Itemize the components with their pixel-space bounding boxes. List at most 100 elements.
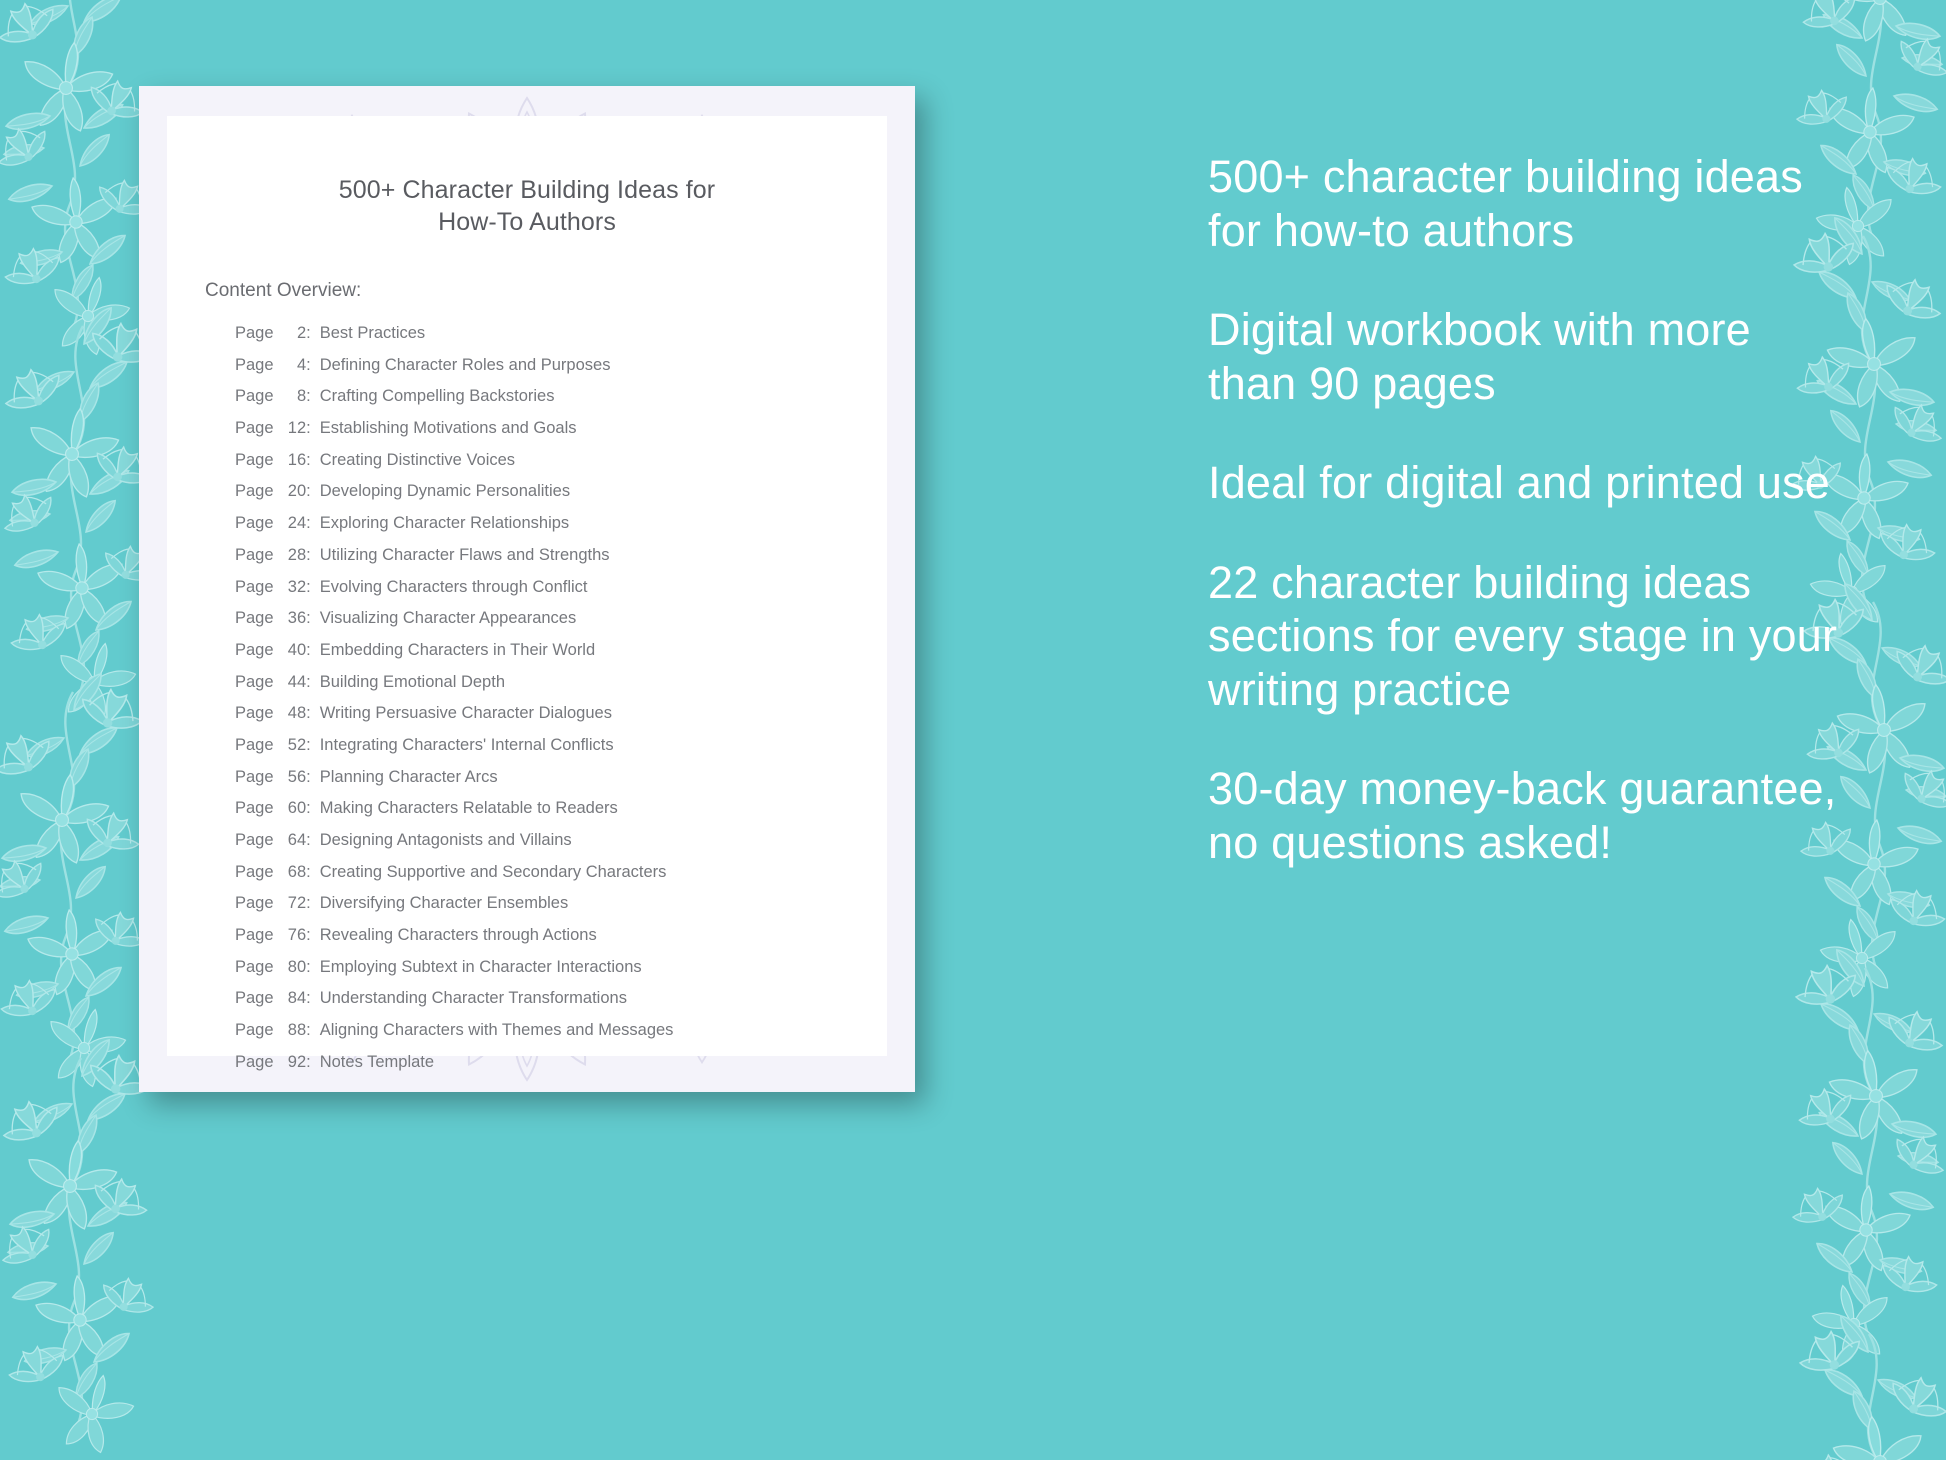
toc-page-word: Page [235, 862, 279, 881]
toc-page-word: Page [235, 419, 279, 438]
toc-row: Page 80: Employing Subtext in Character I… [235, 958, 887, 990]
toc-page-number: 16 [287, 450, 307, 469]
toc-entry-title: Creating Supportive and Secondary Charac… [319, 862, 667, 881]
toc-row: Page 52: Integrating Characters' Internal… [235, 736, 887, 768]
toc-page-word: Page [235, 482, 279, 501]
toc-row: Page 16: Creating Distinctive Voices [235, 451, 887, 483]
toc-row: Page 2: Best Practices [235, 324, 887, 356]
toc-entry-title: Exploring Character Relationships [319, 514, 570, 533]
toc-page-number: 40 [287, 640, 307, 659]
toc-page-number: 36 [287, 609, 307, 628]
toc-colon: : [306, 324, 311, 342]
toc-page-number: 24 [287, 514, 307, 533]
toc-page-number: 72 [287, 894, 307, 913]
toc-entry-title: Revealing Characters through Actions [319, 926, 597, 945]
toc-colon: : [306, 926, 311, 945]
toc-page-number: 2 [296, 324, 307, 342]
document-page-card: 500+ Character Building Ideas for How-To… [139, 86, 915, 1092]
toc-entry-title: Aligning Characters with Themes and Mess… [319, 1021, 674, 1040]
toc-entry-title: Planning Character Arcs [319, 767, 498, 786]
toc-page-word: Page [235, 387, 279, 406]
toc-colon: : [306, 989, 311, 1008]
toc-row: Page 56: Planning Character Arcs [235, 768, 887, 800]
toc-page-number: 68 [287, 862, 307, 881]
toc-entry-title: Writing Persuasive Character Dialogues [319, 704, 612, 723]
toc-row: Page 88: Aligning Characters with Themes … [235, 1021, 887, 1053]
toc-page-word: Page [235, 355, 279, 374]
toc-entry-title: Understanding Character Transformations [319, 989, 627, 1008]
toc-page-number: 44 [287, 672, 307, 691]
toc-row: Page 68: Creating Supportive and Secondar… [235, 863, 887, 895]
toc-page-number: 84 [287, 989, 307, 1008]
toc-row: Page 36: Visualizing Character Appearance… [235, 609, 887, 641]
toc-colon: : [306, 957, 311, 976]
toc-page-word: Page [235, 577, 279, 596]
toc-page-word: Page [235, 1052, 279, 1071]
document-title: 500+ Character Building Ideas for How-To… [167, 174, 887, 238]
toc-entry-title: Developing Dynamic Personalities [319, 482, 571, 501]
toc-entry-title: Crafting Compelling Backstories [319, 387, 555, 406]
toc-page-word: Page [235, 609, 279, 628]
toc-colon: : [306, 577, 311, 596]
toc-row: Page 24: Exploring Character Relationship… [235, 514, 887, 546]
toc-colon: : [306, 514, 311, 533]
toc-colon: : [306, 640, 311, 659]
toc-page-word: Page [235, 324, 279, 342]
toc-colon: : [306, 419, 311, 438]
toc-page-word: Page [235, 514, 279, 533]
document-page-sheet: 500+ Character Building Ideas for How-To… [167, 116, 887, 1071]
feature-item: Digital workbook with more than 90 pages [1208, 304, 1751, 409]
toc-page-word: Page [235, 640, 279, 659]
feature-item: Ideal for digital and printed use [1208, 457, 1831, 509]
toc-entry-title: Diversifying Character Ensembles [319, 894, 569, 913]
toc-page-number: 92 [287, 1052, 307, 1071]
toc-row: Page 84: Understanding Character Transfor… [235, 989, 887, 1021]
toc-page-number: 32 [287, 577, 307, 596]
toc-page-number: 64 [287, 831, 307, 849]
toc-row: Page 32: Evolving Characters through Conf… [235, 578, 887, 610]
toc-page-number: 88 [287, 1021, 307, 1040]
toc-colon: : [306, 799, 311, 818]
toc-page-word: Page [235, 926, 279, 945]
toc-row: Page 64: Designing Antagonists and Villai… [235, 831, 887, 863]
toc-entry-title: Integrating Characters' Internal Conflic… [319, 735, 614, 754]
toc-page-word: Page [235, 957, 279, 976]
toc-row: Page 20: Developing Dynamic Personalities [235, 482, 887, 514]
toc-page-word: Page [235, 735, 279, 754]
toc-page-number: 80 [287, 957, 307, 976]
toc-page-word: Page [235, 894, 279, 913]
toc-page-word: Page [235, 799, 279, 818]
toc-row: Page 72: Diversifying Character Ensembles [235, 894, 887, 926]
feature-item: 22 character building ideas sections for… [1208, 556, 1838, 715]
toc-colon: : [306, 545, 311, 564]
toc-entry-title: Employing Subtext in Character Interacti… [319, 957, 642, 976]
toc-entry-title: Defining Character Roles and Purposes [319, 355, 611, 374]
toc-colon: : [306, 862, 311, 881]
toc-entry-title: Designing Antagonists and Villains [319, 831, 572, 849]
toc-entry-title: Building Emotional Depth [319, 672, 505, 691]
toc-colon: : [306, 609, 311, 628]
toc-page-number: 60 [287, 799, 307, 818]
toc-colon: : [306, 1021, 311, 1040]
toc-colon: : [306, 672, 311, 691]
toc-row: Page 48: Writing Persuasive Character Dia… [235, 704, 887, 736]
toc-row: Page 12: Establishing Motivations and Goa… [235, 419, 887, 451]
document-title-line-2: How-To Authors [438, 208, 616, 236]
toc-page-number: 12 [287, 419, 307, 438]
toc-entry-title: Making Characters Relatable to Readers [319, 799, 618, 818]
toc-page-number: 48 [287, 704, 307, 723]
toc-page-number: 4 [296, 355, 307, 374]
table-of-contents: Page 2: Best Practices Page 4: Defining Cha… [235, 324, 887, 1085]
toc-entry-title: Embedding Characters in Their World [319, 640, 596, 659]
toc-colon: : [306, 450, 311, 469]
floral-vine-border-left [0, 0, 162, 1460]
toc-page-word: Page [235, 1021, 279, 1040]
toc-row: Page 4: Defining Character Roles and Purp… [235, 356, 887, 388]
toc-row: Page 8: Crafting Compelling Backstories [235, 387, 887, 419]
toc-page-number: 28 [287, 545, 307, 564]
toc-entry-title: Evolving Characters through Conflict [319, 577, 588, 596]
toc-page-word: Page [235, 704, 279, 723]
toc-page-number: 76 [287, 926, 307, 945]
content-overview-label: Content Overview: [205, 280, 362, 301]
toc-entry-title: Creating Distinctive Voices [319, 450, 516, 469]
